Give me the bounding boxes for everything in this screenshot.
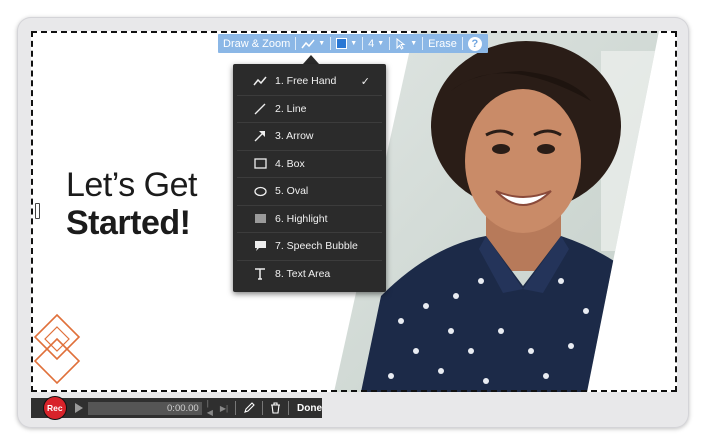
menu-item-label: 1. Free Hand	[275, 75, 337, 88]
done-button[interactable]: Done	[297, 403, 322, 414]
menu-item-highlight[interactable]: 6. Highlight	[237, 206, 382, 233]
stroke-width-dropdown[interactable]: 4 ▼	[363, 34, 389, 53]
pencil-icon[interactable]	[243, 402, 255, 414]
menu-item-line[interactable]: 2. Line	[237, 96, 382, 123]
menu-item-free-hand[interactable]: 1. Free Hand ✓	[237, 68, 382, 96]
tool-select-dropdown[interactable]: ▼	[296, 34, 330, 53]
draw-zoom-button[interactable]: Draw & Zoom	[218, 34, 295, 53]
line-icon	[253, 102, 267, 116]
freehand-icon	[253, 74, 267, 88]
help-button[interactable]: ?	[463, 34, 487, 53]
headline-line-1: Let’s Get	[66, 166, 197, 204]
headline-line-2: Started!	[66, 204, 191, 242]
checkmark-icon: ✓	[360, 75, 370, 88]
menu-item-label: 5. Oval	[275, 185, 309, 198]
slide-headline: Let’s Get Started!	[66, 166, 197, 242]
menu-item-label: 3. Arrow	[275, 130, 314, 143]
skip-forward-icon[interactable]: ▶|	[220, 404, 228, 413]
speech-bubble-icon	[253, 239, 267, 253]
menu-item-label: 4. Box	[275, 157, 305, 170]
chevron-down-icon: ▼	[377, 40, 385, 47]
color-select-dropdown[interactable]: ▼	[331, 34, 362, 53]
cursor-click-icon	[396, 37, 406, 50]
chevron-down-icon: ▼	[410, 40, 418, 47]
color-swatch	[336, 38, 348, 49]
recorder-bar: Rec 0:00.00 |◀ ▶| Done	[31, 397, 322, 419]
text-area-icon	[253, 267, 267, 281]
erase-label: Erase	[428, 37, 457, 50]
menu-item-text-area[interactable]: 8. Text Area	[237, 261, 382, 289]
drawing-tool-menu: 1. Free Hand ✓ 2. Line 3. Arrow 4. Box 5…	[233, 64, 386, 292]
chevron-down-icon: ▼	[350, 40, 358, 47]
menu-item-label: 7. Speech Bubble	[275, 240, 358, 253]
recorder-divider	[288, 401, 289, 415]
stroke-width-value: 4	[368, 37, 375, 50]
draw-toolbar: Draw & Zoom ▼ ▼ 4 ▼ ▼ Erase ?	[218, 34, 488, 53]
menu-item-box[interactable]: 4. Box	[237, 151, 382, 178]
highlight-icon	[253, 212, 267, 226]
help-icon: ?	[467, 36, 482, 51]
decorative-diamonds	[33, 313, 81, 385]
timeline-scrubber[interactable]: 0:00.00	[87, 401, 202, 415]
record-button[interactable]: Rec	[44, 397, 66, 419]
skip-back-icon[interactable]: |◀	[207, 399, 215, 417]
menu-item-speech-bubble[interactable]: 7. Speech Bubble	[237, 233, 382, 261]
time-readout: 0:00.00	[167, 402, 199, 414]
oval-icon	[253, 184, 267, 198]
menu-item-label: 6. Highlight	[275, 212, 328, 225]
recorder-divider	[262, 401, 264, 415]
menu-item-label: 2. Line	[275, 102, 307, 115]
recorder-divider	[235, 401, 237, 415]
chevron-down-icon: ▼	[318, 40, 326, 47]
erase-button[interactable]: Erase	[423, 34, 462, 53]
draw-zoom-label: Draw & Zoom	[223, 37, 291, 50]
play-icon[interactable]	[74, 403, 83, 413]
trash-icon[interactable]	[270, 402, 281, 414]
cursor-effects-dropdown[interactable]: ▼	[390, 34, 422, 53]
menu-item-arrow[interactable]: 3. Arrow	[237, 123, 382, 151]
freehand-icon	[301, 39, 315, 48]
menu-item-label: 8. Text Area	[275, 268, 331, 281]
menu-caret	[303, 55, 319, 64]
arrow-icon	[253, 129, 267, 143]
resize-handle[interactable]	[35, 203, 40, 219]
menu-item-oval[interactable]: 5. Oval	[237, 178, 382, 206]
box-icon	[253, 157, 267, 171]
